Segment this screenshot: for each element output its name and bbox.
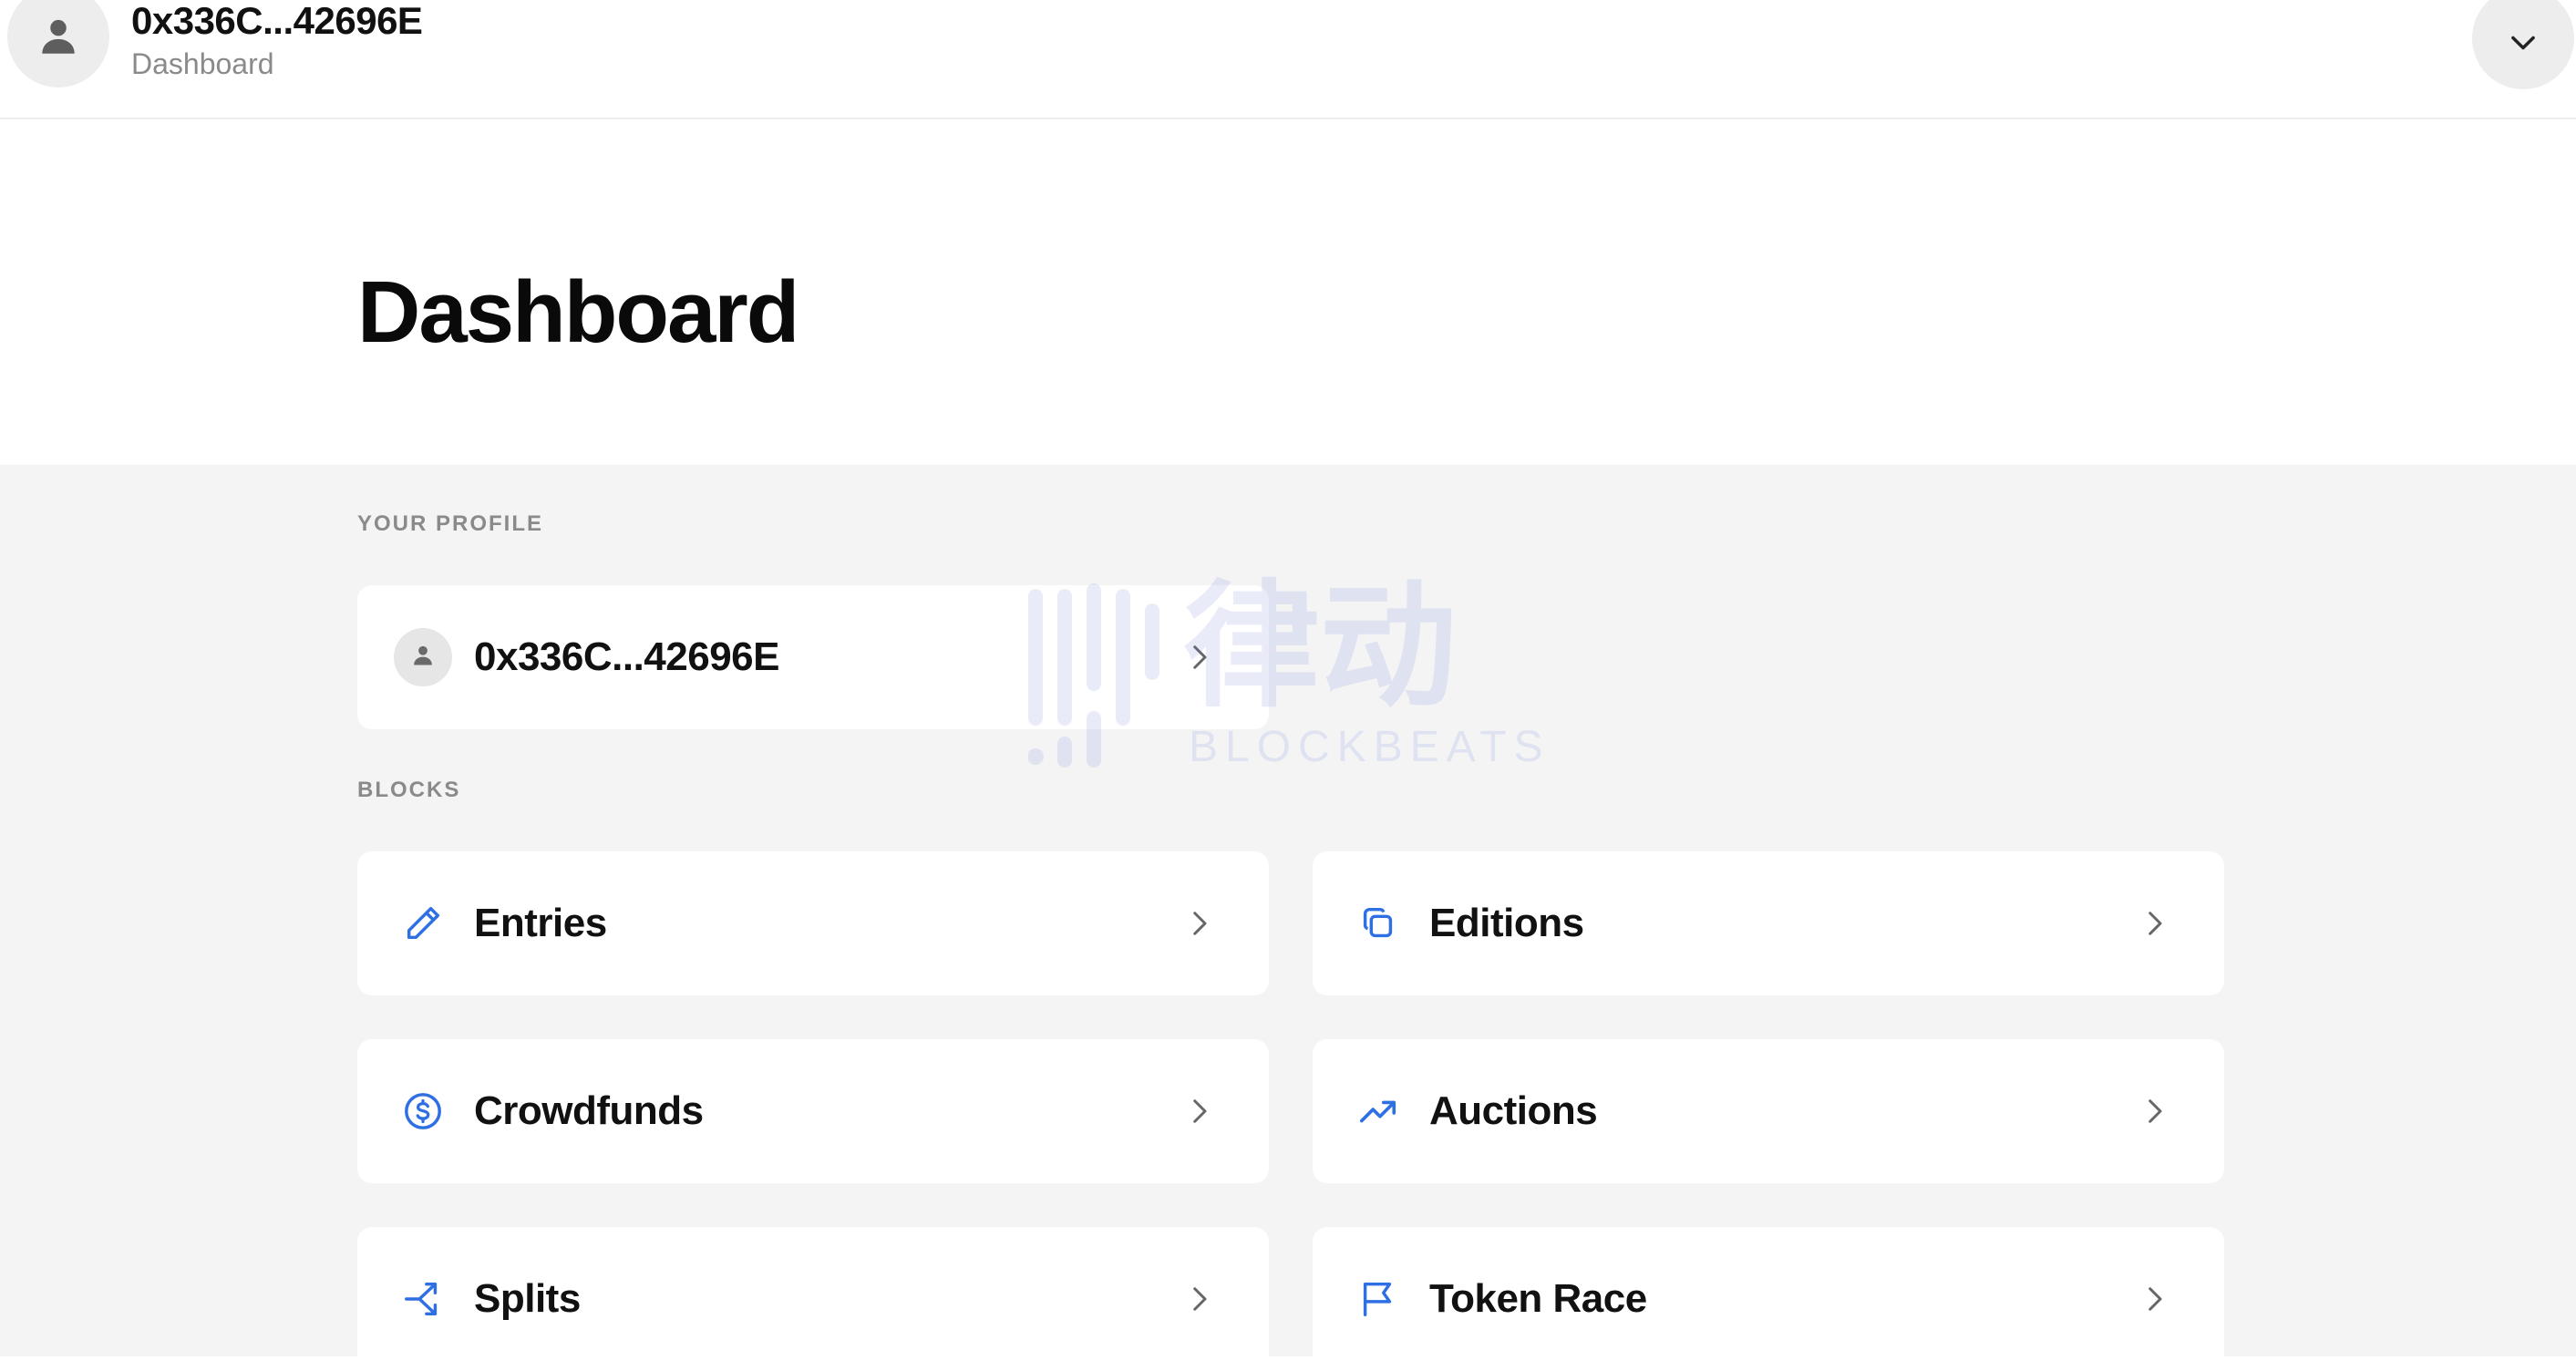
block-label: Auctions	[1429, 1088, 1598, 1133]
chevron-right-icon	[1183, 641, 1216, 674]
pencil-icon	[401, 902, 445, 945]
block-card-editions[interactable]: Editions	[1313, 851, 2224, 995]
block-card-token-race[interactable]: Token Race	[1313, 1227, 2224, 1371]
chevron-right-icon	[2138, 1283, 2171, 1315]
block-label: Editions	[1429, 901, 1584, 945]
chevron-right-icon	[2138, 1095, 2171, 1128]
block-label: Crowdfunds	[474, 1088, 704, 1133]
page-title: Dashboard	[357, 263, 799, 361]
chevron-right-icon	[2138, 907, 2171, 940]
current-page-subtitle: Dashboard	[131, 47, 274, 80]
profile-card[interactable]: 0x336C...42696E	[357, 585, 1269, 729]
chevron-right-icon	[1183, 1095, 1216, 1128]
trending-up-icon	[1356, 1089, 1400, 1133]
profile-section-label: YOUR PROFILE	[357, 511, 544, 536]
copy-icon	[1356, 902, 1400, 945]
top-bar: 0x336C...42696E Dashboard	[0, 0, 2576, 119]
flag-icon	[1356, 1277, 1400, 1321]
block-label: Entries	[474, 901, 607, 945]
block-card-crowdfunds[interactable]: Crowdfunds	[357, 1039, 1269, 1183]
menu-toggle-button[interactable]	[2472, 0, 2574, 89]
block-label: Splits	[474, 1276, 581, 1321]
blocks-section-label: BLOCKS	[357, 778, 461, 802]
chevron-right-icon	[1183, 1283, 1216, 1315]
block-card-auctions[interactable]: Auctions	[1313, 1039, 2224, 1183]
chevron-right-icon	[1183, 907, 1216, 940]
wallet-address: 0x336C...42696E	[131, 0, 423, 42]
block-card-splits[interactable]: Splits	[357, 1227, 1269, 1371]
user-icon	[410, 643, 436, 673]
user-avatar[interactable]	[7, 0, 109, 88]
block-card-entries[interactable]: Entries	[357, 851, 1269, 995]
dollar-circle-icon	[401, 1089, 445, 1133]
split-arrows-icon	[401, 1277, 445, 1321]
profile-address: 0x336C...42696E	[474, 634, 780, 679]
dashboard-content: YOUR PROFILE 0x336C...42696E BLOCKS Entr…	[0, 465, 2576, 1371]
profile-avatar	[394, 628, 452, 686]
user-icon	[36, 10, 81, 64]
block-label: Token Race	[1429, 1276, 1647, 1321]
chevron-down-icon	[2506, 13, 2540, 65]
